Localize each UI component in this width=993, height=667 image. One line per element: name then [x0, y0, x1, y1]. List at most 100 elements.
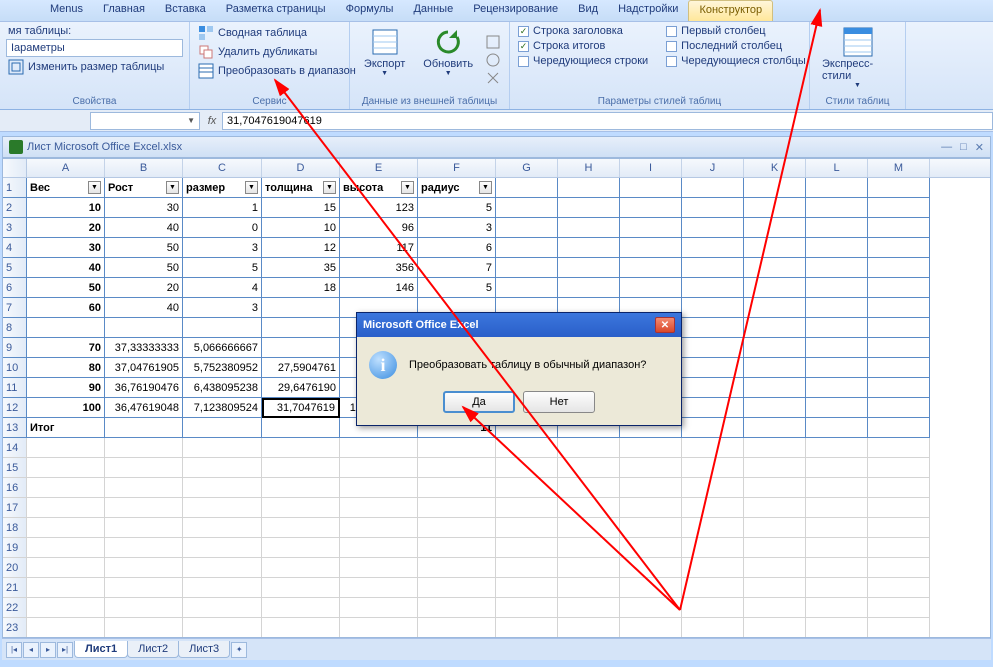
cell[interactable] — [868, 238, 930, 258]
cell[interactable] — [27, 438, 105, 458]
cell[interactable] — [183, 318, 262, 338]
cell[interactable]: 20 — [105, 278, 183, 298]
cell[interactable] — [340, 498, 418, 518]
sheet-tab-Лист2[interactable]: Лист2 — [127, 641, 179, 658]
row-header[interactable]: 14 — [3, 438, 27, 458]
cell[interactable] — [682, 378, 744, 398]
cell[interactable] — [744, 338, 806, 358]
row-header[interactable]: 18 — [3, 518, 27, 538]
filter-icon[interactable]: ▼ — [401, 181, 414, 194]
cell[interactable] — [620, 218, 682, 238]
cell[interactable]: 15 — [262, 198, 340, 218]
cell[interactable]: высота▼ — [340, 178, 418, 198]
col-header-A[interactable]: A — [27, 159, 105, 177]
cell[interactable] — [806, 218, 868, 238]
row-header[interactable]: 22 — [3, 598, 27, 618]
cell[interactable] — [682, 478, 744, 498]
cell[interactable] — [744, 298, 806, 318]
ribbon-tab-рецензирование[interactable]: Рецензирование — [463, 0, 568, 21]
cell[interactable]: 37,04761905 — [105, 358, 183, 378]
cell[interactable] — [262, 438, 340, 458]
cell[interactable] — [620, 498, 682, 518]
cell[interactable] — [682, 358, 744, 378]
cell[interactable]: 96 — [340, 218, 418, 238]
cell[interactable] — [682, 198, 744, 218]
cell[interactable] — [806, 478, 868, 498]
cell[interactable] — [620, 238, 682, 258]
pivot-table-button[interactable]: Сводная таблица — [196, 24, 358, 42]
cell[interactable]: 3 — [418, 218, 496, 238]
cell[interactable] — [868, 258, 930, 278]
cell[interactable] — [558, 578, 620, 598]
row-header[interactable]: 17 — [3, 498, 27, 518]
cell[interactable] — [558, 458, 620, 478]
cell[interactable] — [868, 598, 930, 618]
cell[interactable]: 31,7047619 — [262, 398, 340, 418]
cell[interactable] — [262, 538, 340, 558]
cell[interactable] — [496, 538, 558, 558]
export-button[interactable]: Экспорт▼ — [358, 24, 411, 95]
cell[interactable]: 5 — [183, 258, 262, 278]
cell[interactable] — [340, 578, 418, 598]
cell[interactable]: 50 — [105, 258, 183, 278]
cell[interactable] — [262, 418, 340, 438]
dialog-titlebar[interactable]: Microsoft Office Excel ✕ — [357, 313, 681, 337]
cell[interactable] — [682, 458, 744, 478]
cell[interactable] — [744, 178, 806, 198]
cell[interactable] — [558, 238, 620, 258]
cell[interactable] — [496, 198, 558, 218]
cell[interactable] — [558, 478, 620, 498]
cell[interactable] — [744, 518, 806, 538]
cell[interactable]: 10 — [27, 198, 105, 218]
cell[interactable] — [620, 618, 682, 638]
cell[interactable] — [558, 278, 620, 298]
cell[interactable] — [620, 538, 682, 558]
cell[interactable] — [183, 618, 262, 638]
cell[interactable] — [183, 558, 262, 578]
row-header[interactable]: 5 — [3, 258, 27, 278]
cell[interactable] — [105, 478, 183, 498]
cell[interactable] — [682, 338, 744, 358]
cell[interactable] — [558, 178, 620, 198]
cell[interactable]: 36,76190476 — [105, 378, 183, 398]
cell[interactable] — [806, 238, 868, 258]
cell[interactable] — [620, 198, 682, 218]
cell[interactable] — [806, 318, 868, 338]
cell[interactable] — [558, 558, 620, 578]
cell[interactable] — [558, 598, 620, 618]
cell[interactable] — [183, 478, 262, 498]
cell[interactable]: 50 — [27, 278, 105, 298]
cell[interactable]: 30 — [27, 238, 105, 258]
cell[interactable] — [806, 538, 868, 558]
cell[interactable] — [744, 538, 806, 558]
cell[interactable] — [340, 618, 418, 638]
formula-input[interactable]: 31,7047619047619 — [222, 112, 993, 130]
row-header[interactable]: 9 — [3, 338, 27, 358]
row-header[interactable]: 19 — [3, 538, 27, 558]
total-row-checkbox[interactable]: ✓Строка итогов — [516, 39, 650, 53]
cell[interactable] — [620, 558, 682, 578]
cell[interactable]: 36,47619048 — [105, 398, 183, 418]
col-header-M[interactable]: M — [868, 159, 930, 177]
cell[interactable] — [744, 618, 806, 638]
cell[interactable] — [340, 598, 418, 618]
sheet-tab-Лист3[interactable]: Лист3 — [178, 641, 230, 658]
cell[interactable] — [262, 338, 340, 358]
cell[interactable] — [744, 558, 806, 578]
row-header[interactable]: 10 — [3, 358, 27, 378]
cell[interactable] — [744, 578, 806, 598]
cell[interactable] — [418, 438, 496, 458]
cell[interactable] — [806, 398, 868, 418]
sheet-tab-Лист1[interactable]: Лист1 — [74, 641, 128, 658]
cell[interactable] — [868, 438, 930, 458]
col-header-K[interactable]: K — [744, 159, 806, 177]
cell[interactable] — [496, 258, 558, 278]
cell[interactable] — [744, 378, 806, 398]
cell[interactable] — [682, 218, 744, 238]
cell[interactable] — [105, 578, 183, 598]
cell[interactable] — [744, 598, 806, 618]
row-header[interactable]: 16 — [3, 478, 27, 498]
cell[interactable]: 29,6476190 — [262, 378, 340, 398]
cell[interactable] — [620, 258, 682, 278]
filter-icon[interactable]: ▼ — [166, 181, 179, 194]
